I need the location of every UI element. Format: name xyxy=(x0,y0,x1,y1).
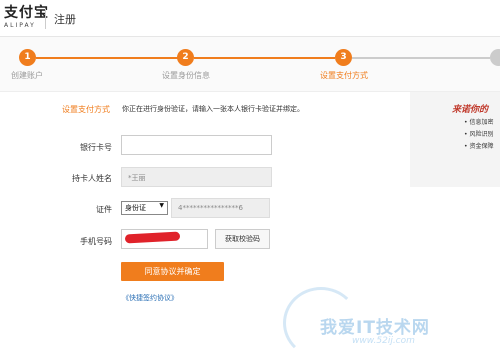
step-3-circle: 3 xyxy=(335,49,352,66)
id-label: 证件 xyxy=(96,205,112,214)
watermark-text: 我爱IT技术网 xyxy=(320,318,430,338)
progress-steps: 1 2 3 创建账户 设置身份信息 设置支付方式 xyxy=(0,37,500,92)
promo-item: • 信息加密 xyxy=(464,119,494,126)
step-3-label: 设置支付方式 xyxy=(320,71,368,80)
page-title: 注册 xyxy=(54,13,76,26)
cardholder-name-input[interactable]: *王丽 xyxy=(121,167,272,187)
main-content: 设置支付方式 你正在进行身份验证，请输入一张本人银行卡验证并绑定。 来诺你的 •… xyxy=(0,92,500,363)
section-title: 设置支付方式 xyxy=(62,105,110,114)
cardholder-name-label: 持卡人姓名 xyxy=(72,174,112,183)
id-type-value: 身份证 xyxy=(125,204,146,212)
step-1-label: 创建账户 xyxy=(11,71,43,80)
agreement-link[interactable]: 《快捷签约协议》 xyxy=(122,293,178,303)
id-number-input[interactable]: 4****************6 xyxy=(171,198,270,218)
step-1-circle: 1 xyxy=(19,49,36,66)
logo-chinese: 支付宝 xyxy=(4,5,49,21)
logo-english: ALIPAY xyxy=(4,22,36,29)
phone-label: 手机号码 xyxy=(80,237,112,246)
bank-card-label: 银行卡号 xyxy=(80,143,112,152)
security-promo: 来诺你的 • 信息加密 • 风险识别 • 资金保障 xyxy=(410,92,500,187)
header-divider xyxy=(45,9,46,29)
verification-notice: 你正在进行身份验证，请输入一张本人银行卡验证并绑定。 xyxy=(122,105,304,113)
step-2-circle: 2 xyxy=(177,49,194,66)
step-line-3 xyxy=(352,57,490,59)
step-line-1 xyxy=(36,57,178,59)
dropdown-arrow-icon: ▼ xyxy=(159,202,164,209)
promo-title: 来诺你的 xyxy=(452,105,489,115)
get-code-button[interactable]: 获取校验码 xyxy=(215,229,270,249)
promo-item: • 风险识别 xyxy=(464,131,494,138)
bank-card-input[interactable] xyxy=(121,135,272,155)
promo-item: • 资金保障 xyxy=(464,143,494,150)
step-4-circle xyxy=(490,49,500,66)
alipay-logo[interactable]: 支付宝 ALIPAY xyxy=(4,5,49,30)
id-type-select[interactable]: 身份证 ▼ xyxy=(121,201,168,215)
agree-submit-button[interactable]: 同意协议并确定 xyxy=(121,262,224,281)
watermark-url: www.52ij.com xyxy=(352,336,415,346)
header: 支付宝 ALIPAY 注册 xyxy=(0,0,500,37)
step-2-label: 设置身份信息 xyxy=(162,71,210,80)
step-line-2 xyxy=(194,57,335,59)
